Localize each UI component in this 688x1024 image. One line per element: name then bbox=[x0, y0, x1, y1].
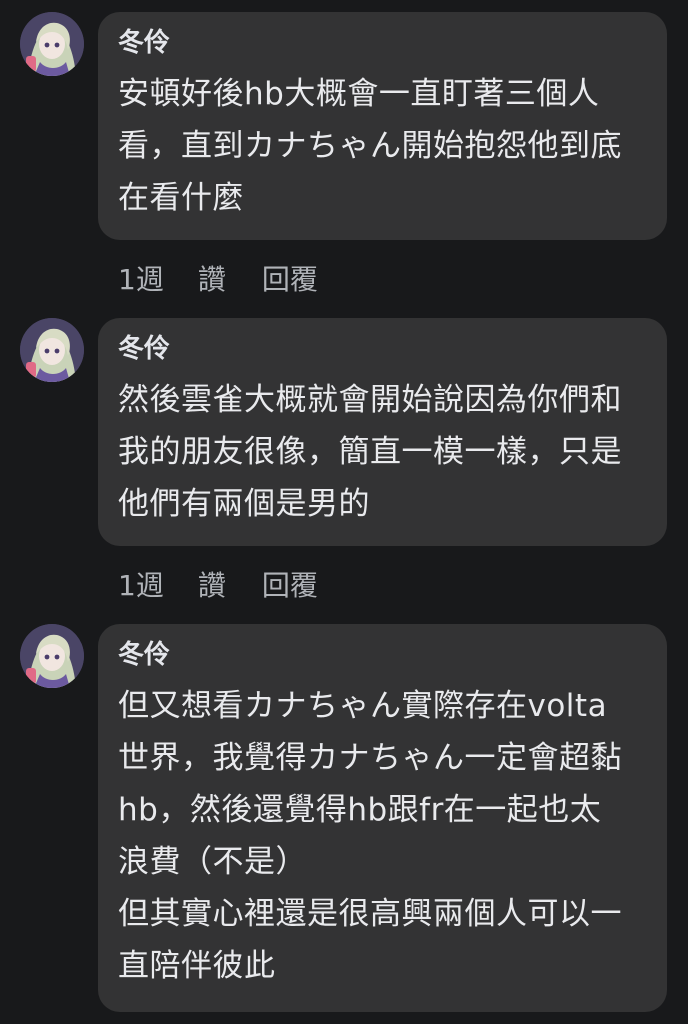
comment-actions: 1週 讚 回覆 bbox=[118, 564, 318, 604]
reply-button[interactable]: 回覆 bbox=[262, 258, 318, 298]
avatar-image bbox=[20, 624, 84, 688]
like-button[interactable]: 讚 bbox=[198, 258, 226, 298]
reply-button[interactable]: 回覆 bbox=[262, 564, 318, 604]
comment-actions: 1週 讚 回覆 bbox=[118, 258, 318, 298]
comment-author[interactable]: 冬伶 bbox=[118, 332, 647, 366]
avatar[interactable] bbox=[20, 12, 84, 76]
comment-bubble: 冬伶 安頓好後hb大概會一直盯著三個人 看，直到カナちゃん開始抱怨他到底 在看什… bbox=[98, 12, 667, 240]
comment-time[interactable]: 1週 bbox=[118, 564, 164, 604]
comment-text: 但又想看カナちゃん實際存在volta 世界，我覺得カナちゃん一定會超黏 hb，然… bbox=[118, 688, 622, 984]
avatar[interactable] bbox=[20, 318, 84, 382]
comment-bubble: 冬伶 然後雲雀大概就會開始說因為你們和 我的朋友很像，簡直一模一樣，只是 他們有… bbox=[98, 318, 667, 546]
avatar[interactable] bbox=[20, 624, 84, 688]
avatar-image bbox=[20, 12, 84, 76]
avatar-image bbox=[20, 318, 84, 382]
comment-author[interactable]: 冬伶 bbox=[118, 26, 647, 60]
comment-bubble: 冬伶 但又想看カナちゃん實際存在volta 世界，我覺得カナちゃん一定會超黏 h… bbox=[98, 624, 667, 1012]
comment-text: 然後雲雀大概就會開始說因為你們和 我的朋友很像，簡直一模一樣，只是 他們有兩個是… bbox=[118, 382, 622, 522]
comment-author[interactable]: 冬伶 bbox=[118, 638, 647, 672]
comment-text: 安頓好後hb大概會一直盯著三個人 看，直到カナちゃん開始抱怨他到底 在看什麼 bbox=[118, 76, 622, 216]
like-button[interactable]: 讚 bbox=[198, 564, 226, 604]
comment-time[interactable]: 1週 bbox=[118, 258, 164, 298]
